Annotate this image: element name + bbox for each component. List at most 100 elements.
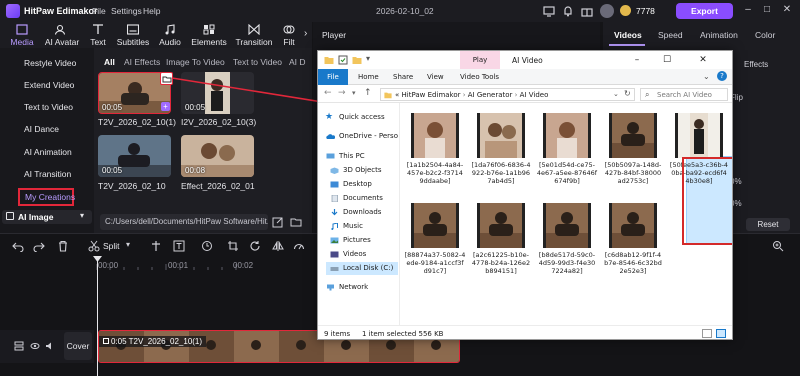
ribbon-tab-file[interactable]: File [318, 69, 348, 85]
project-name[interactable]: 2026-02-10_02 [376, 6, 434, 16]
cover-button[interactable]: Cover [64, 332, 92, 360]
tab-animation[interactable]: Animation [700, 30, 738, 40]
rotate-icon[interactable] [249, 240, 261, 252]
refresh-icon[interactable]: ↻ [624, 89, 631, 98]
breadcrumb-item[interactable]: AI Video [520, 91, 549, 99]
explorer-maximize-icon[interactable]: ☐ [660, 54, 674, 66]
tab-videos[interactable]: Videos [614, 30, 642, 40]
breadcrumb-overflow[interactable]: « [395, 91, 399, 99]
nav-extend-video[interactable]: Extend Video [6, 77, 90, 93]
nav-3d-objects[interactable]: 3D Objects [326, 164, 382, 177]
nav-network[interactable]: Network [322, 281, 368, 294]
open-folder-icon[interactable] [160, 72, 173, 85]
tab-color[interactable]: Color [755, 30, 775, 40]
back-icon[interactable]: ← [324, 88, 332, 98]
menu-file[interactable]: File [92, 6, 106, 16]
minimize-icon[interactable]: – [741, 3, 755, 17]
effects-label[interactable]: Effects [744, 60, 768, 69]
tool-text[interactable]: Text [78, 22, 118, 48]
monitor-icon[interactable] [542, 4, 556, 18]
ribbon-tab-view[interactable]: View [427, 73, 444, 81]
maximize-icon[interactable]: □ [760, 3, 774, 17]
nav-restyle-video[interactable]: Restyle Video [6, 55, 90, 71]
mirror-icon[interactable] [272, 240, 284, 252]
tool-audio[interactable]: Audio [150, 22, 190, 48]
file-item[interactable]: [b8de517d-59c0-4d59-99d3-f4e30 7224a82] [534, 199, 600, 289]
nav-this-pc[interactable]: This PC [322, 150, 365, 163]
recent-locations-icon[interactable]: ▾ [352, 89, 356, 97]
text-tool-icon[interactable] [173, 240, 185, 252]
quick-access-toolbar-chevron-icon[interactable]: ▾ [366, 54, 370, 63]
file-item[interactable]: [1a1b2504-4a84-457e-b2c2-f3714 9ddaabe] [402, 109, 468, 199]
undo-icon[interactable] [12, 240, 24, 252]
nav-local-disk[interactable]: Local Disk (C:) [326, 262, 398, 275]
split-button[interactable]: Split [103, 241, 120, 251]
nav-desktop[interactable]: Desktop [326, 178, 372, 191]
tool-elements[interactable]: Elements [189, 22, 229, 48]
nav-my-creations[interactable]: My Creations [18, 188, 75, 206]
add-to-timeline-icon[interactable]: + [161, 102, 170, 111]
nav-videos[interactable]: Videos [326, 248, 366, 261]
file-item[interactable]: [a2c61225-b10e-4778-b24a-126e2 b894151] [468, 199, 534, 289]
bell-icon[interactable] [561, 4, 575, 18]
menu-settings[interactable]: Settings [111, 6, 142, 16]
nav-ai-image[interactable]: AI Image ▾ [2, 210, 92, 224]
track-storage-icon[interactable] [14, 341, 24, 351]
subtab-ai-effects[interactable]: AI Effects [124, 57, 160, 67]
split-chevron-icon[interactable]: ▾ [126, 240, 130, 249]
reset-button[interactable]: Reset [746, 218, 790, 231]
nav-ai-dance[interactable]: AI Dance [6, 121, 90, 137]
nav-pictures[interactable]: Pictures [326, 234, 371, 247]
zoom-in-icon[interactable] [772, 240, 784, 252]
breadcrumb-item[interactable]: HitPaw Edimakor [402, 91, 461, 99]
file-item[interactable]: [50b5097a-148d-427b-84bf-38000 ad2753c] [600, 109, 666, 199]
speaker-icon[interactable] [45, 341, 55, 351]
nav-documents[interactable]: Documents [326, 192, 383, 205]
close-icon[interactable]: ✕ [780, 3, 794, 17]
details-view-icon[interactable] [702, 329, 712, 338]
file-item[interactable]: [88874a37-5082-4 ede-9184-a1ccf3f d91c7] [402, 199, 468, 289]
export-button[interactable]: Export [676, 3, 733, 19]
explorer-minimize-icon[interactable]: – [630, 54, 644, 66]
subtab-image-to-video[interactable]: Image To Video [166, 57, 225, 67]
nav-ai-animation[interactable]: AI Animation [6, 144, 90, 160]
nav-quick-access[interactable]: ★ Quick access [322, 111, 385, 124]
nav-music[interactable]: Music [326, 220, 363, 233]
tool-filters[interactable]: Filt [274, 22, 304, 48]
delete-icon[interactable] [57, 240, 69, 252]
avatar[interactable] [600, 4, 614, 18]
new-folder-icon[interactable] [352, 55, 362, 65]
playhead[interactable] [97, 257, 98, 376]
nav-downloads[interactable]: Downloads [326, 206, 381, 219]
properties-icon[interactable] [338, 55, 348, 65]
tool-transition[interactable]: Transition [234, 22, 274, 48]
large-icons-view-icon[interactable] [716, 329, 726, 338]
tool-subtitles[interactable]: Subtitles [113, 22, 153, 48]
search-box[interactable]: ⌕ Search AI Video [640, 88, 728, 101]
eye-icon[interactable] [30, 341, 40, 351]
file-item[interactable]: [c6d8ab12-9f1f-4 b7e-8546-6c32bd 2e52e3] [600, 199, 666, 289]
nav-text-to-video[interactable]: Text to Video [6, 99, 90, 115]
up-icon[interactable]: ↑ [364, 88, 372, 98]
explorer-close-icon[interactable]: ✕ [696, 54, 710, 66]
toolbar-scroll-right-icon[interactable]: › [304, 28, 307, 39]
ribbon-tab-video-tools[interactable]: Video Tools [460, 73, 499, 81]
subtab-text-to-video[interactable]: Text to Video [233, 57, 282, 67]
ribbon-tab-home[interactable]: Home [358, 73, 379, 81]
forward-icon[interactable]: → [338, 88, 346, 98]
file-item[interactable]: [1da76f06-6836-4 922-b76e-1a1b96 7ab4d5] [468, 109, 534, 199]
freeze-icon[interactable] [201, 240, 213, 252]
marker-icon[interactable] [150, 240, 162, 252]
redo-icon[interactable] [33, 240, 45, 252]
nav-onedrive[interactable]: OneDrive - Perso [322, 130, 398, 143]
nav-ai-transition[interactable]: AI Transition [6, 166, 90, 182]
address-dropdown-icon[interactable]: ⌄ [613, 90, 619, 98]
edit-path-icon[interactable] [272, 216, 284, 228]
menu-help[interactable]: Help [143, 6, 160, 16]
crop-icon[interactable] [227, 240, 239, 252]
ribbon-tab-share[interactable]: Share [393, 73, 413, 81]
address-bar[interactable]: « HitPaw Edimakor › AI Generator › AI Vi… [380, 88, 635, 101]
folder-path-field[interactable]: C:/Users/dell/Documents/HitPaw Software/… [100, 214, 268, 230]
help-icon[interactable]: ? [717, 71, 727, 81]
tool-media[interactable]: Media [2, 22, 42, 48]
